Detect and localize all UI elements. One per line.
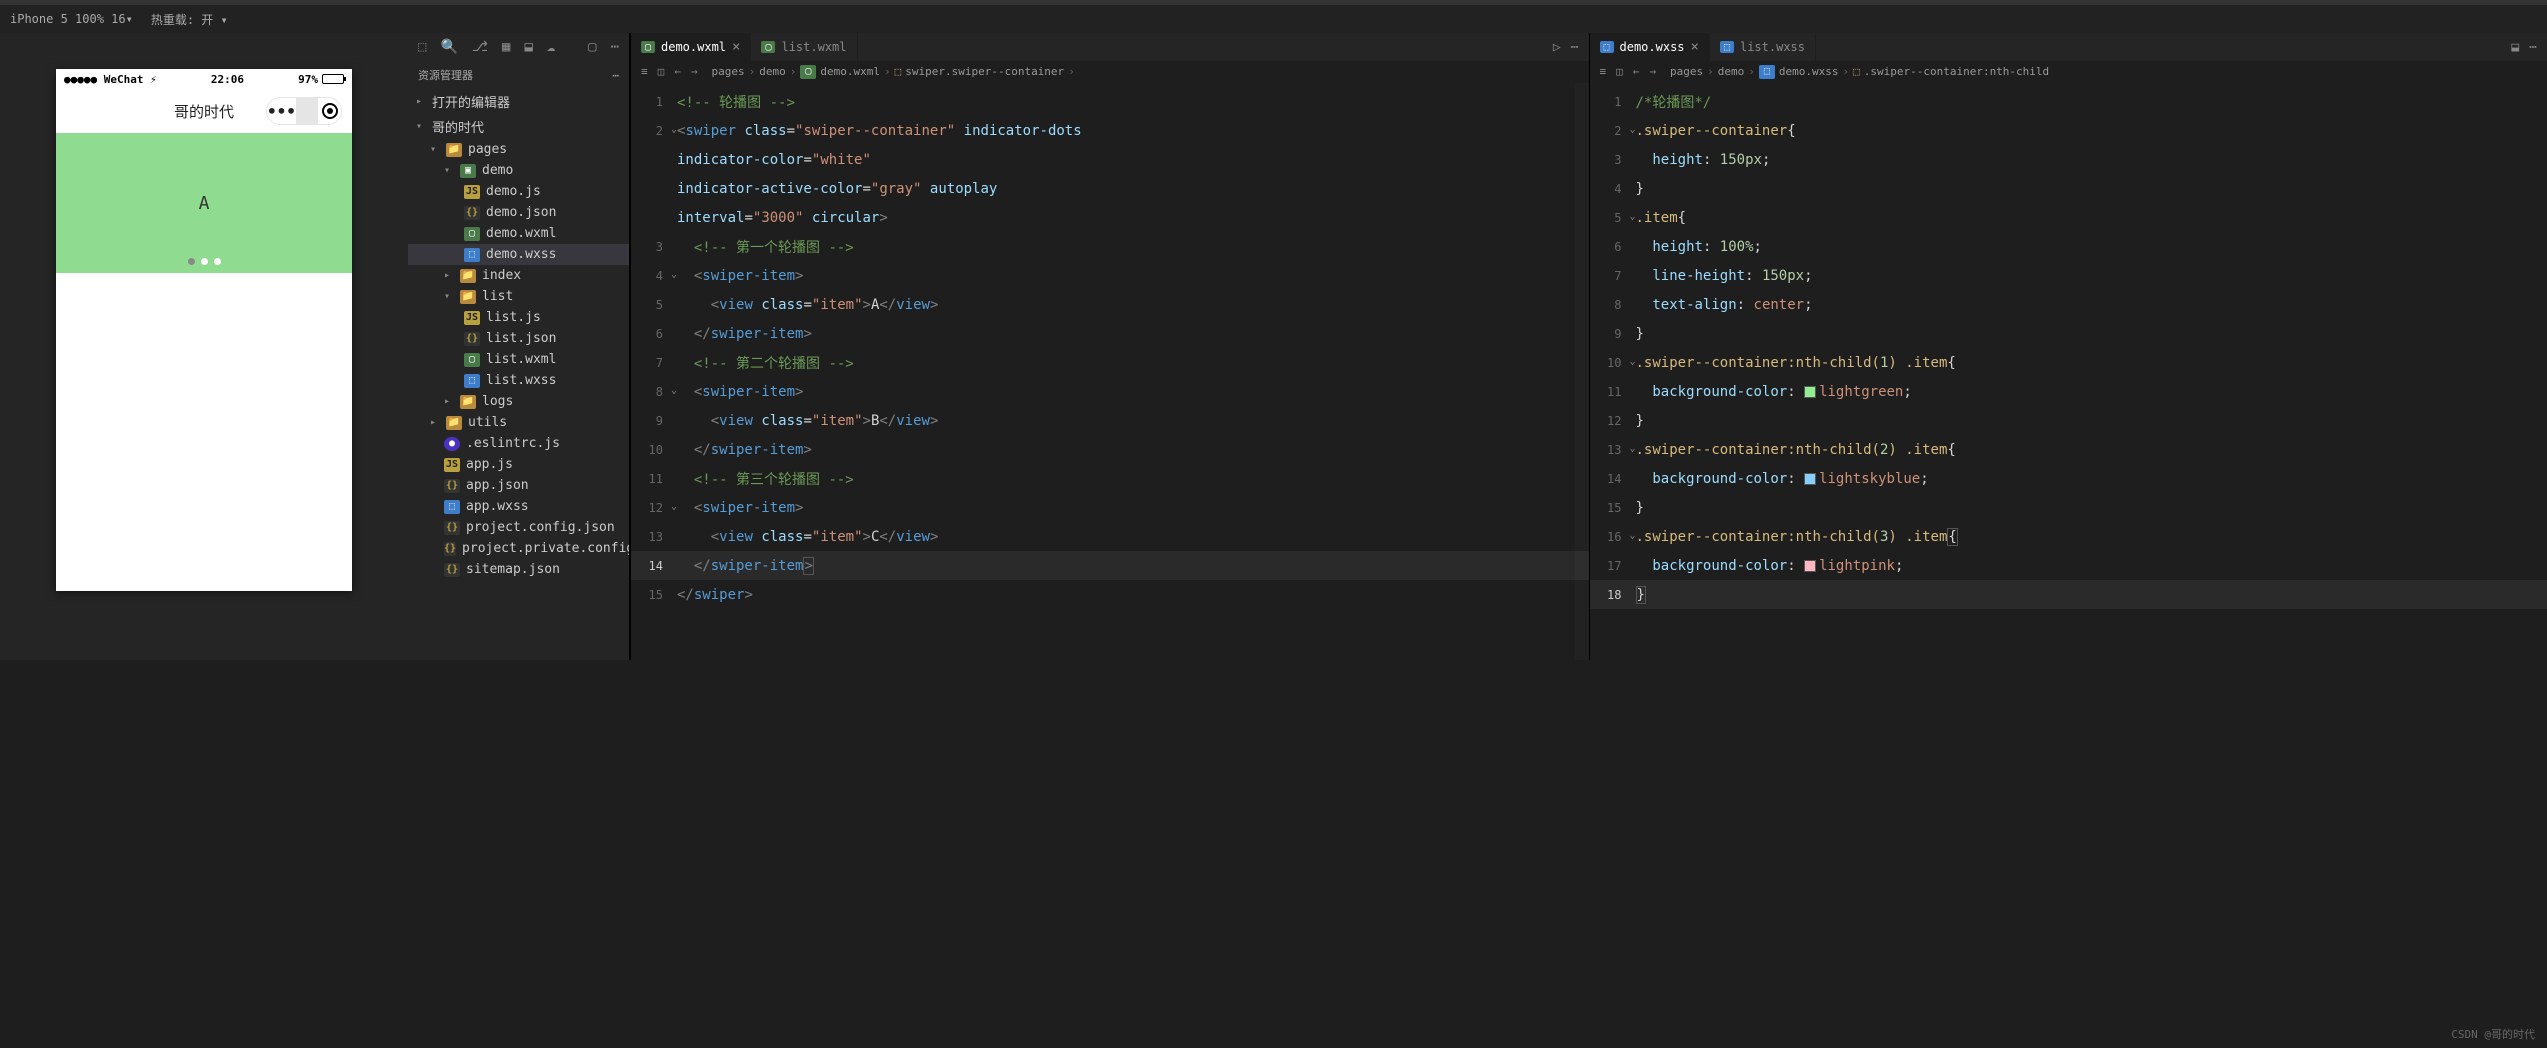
- explorer-toolbar: ⬚ 🔍 ⎇ ▦ ⬓ ☁ ▢ ⋯: [408, 33, 629, 61]
- more-icon[interactable]: ⋯: [1571, 40, 1579, 55]
- file-list-wxss[interactable]: ⬚list.wxss: [408, 370, 629, 391]
- file-demo-js[interactable]: JSdemo.js: [408, 181, 629, 202]
- section-project[interactable]: 哥的时代: [408, 114, 629, 139]
- app-root: iPhone 5 100% 16▾ 热重载: 开 ▾ ●●●●● WeChat …: [0, 0, 2547, 660]
- file-tree: 打开的编辑器 哥的时代 📁pages ▣demo JSdemo.js {}dem…: [408, 89, 629, 660]
- file-project-config[interactable]: {}project.config.json: [408, 517, 629, 538]
- file-app-wxss[interactable]: ⬚app.wxss: [408, 496, 629, 517]
- tab-demo-wxml[interactable]: ▢demo.wxml×: [631, 33, 751, 61]
- code-editor-wxss[interactable]: 1/*轮播图*/ 2⌄.swiper--container{ 3 height:…: [1590, 83, 2547, 660]
- back-icon[interactable]: ←: [674, 65, 681, 78]
- branch-icon[interactable]: ⎇: [472, 39, 488, 55]
- fwd-icon[interactable]: →: [1649, 65, 1656, 78]
- tab-list-wxml[interactable]: ▢list.wxml: [751, 33, 857, 61]
- swiper-preview[interactable]: A: [56, 133, 352, 273]
- folder-demo[interactable]: ▣demo: [408, 160, 629, 181]
- phone-navbar: 哥的时代 •••: [56, 89, 352, 133]
- folder-list[interactable]: 📁list: [408, 286, 629, 307]
- editor-pane-wxml: ▢demo.wxml× ▢list.wxml ▷⋯ ≡◫←→ pages› de…: [630, 33, 1589, 660]
- simulator-panel: ●●●●● WeChat ⚡ 22:06 97% 哥的时代 •••: [0, 33, 408, 660]
- file-eslintrc[interactable]: ●.eslintrc.js: [408, 433, 629, 454]
- explorer-panel: ⬚ 🔍 ⎇ ▦ ⬓ ☁ ▢ ⋯ 资源管理器 ⋯ 打开的编辑器 哥的时代 📁pag…: [408, 33, 630, 660]
- device-selector[interactable]: iPhone 5 100% 16▾: [10, 12, 133, 26]
- back-icon[interactable]: ←: [1633, 65, 1640, 78]
- bookmark-icon[interactable]: ◫: [658, 65, 665, 78]
- panel-icon[interactable]: ⬚: [418, 39, 426, 55]
- file-app-json[interactable]: {}app.json: [408, 475, 629, 496]
- tab-demo-wxss[interactable]: ⬚demo.wxss×: [1590, 33, 1710, 61]
- file-project-private[interactable]: {}project.private.config.json: [408, 538, 629, 559]
- file-list-js[interactable]: JSlist.js: [408, 307, 629, 328]
- file-demo-wxml[interactable]: ▢demo.wxml: [408, 223, 629, 244]
- cloud-icon[interactable]: ☁: [547, 39, 555, 55]
- list-icon[interactable]: ≡: [1600, 65, 1607, 78]
- hot-reload-toggle[interactable]: 热重载: 开 ▾: [151, 11, 228, 28]
- bookmark-icon[interactable]: ◫: [1616, 65, 1623, 78]
- section-open-editors[interactable]: 打开的编辑器: [408, 89, 629, 114]
- phone-frame: ●●●●● WeChat ⚡ 22:06 97% 哥的时代 •••: [56, 69, 352, 591]
- phone-statusbar: ●●●●● WeChat ⚡ 22:06 97%: [56, 69, 352, 89]
- page-title: 哥的时代: [174, 101, 234, 122]
- fwd-icon[interactable]: →: [691, 65, 698, 78]
- file-list-json[interactable]: {}list.json: [408, 328, 629, 349]
- explorer-header: 资源管理器 ⋯: [408, 61, 629, 89]
- more-icon[interactable]: ⋯: [611, 39, 619, 55]
- file-demo-wxss[interactable]: ⬚demo.wxss: [408, 244, 629, 265]
- minimap[interactable]: [1575, 83, 1589, 660]
- wechat-capsule[interactable]: •••: [266, 97, 342, 125]
- folder-utils[interactable]: 📁utils: [408, 412, 629, 433]
- list-icon[interactable]: ≡: [641, 65, 648, 78]
- tabs-wxss: ⬚demo.wxss× ⬚list.wxss ⬓ ⋯: [1590, 33, 2547, 61]
- ext-icon[interactable]: ▦: [502, 39, 510, 55]
- capsule-close-icon[interactable]: [318, 98, 341, 124]
- capsule-menu-icon[interactable]: •••: [267, 98, 296, 124]
- folder-index[interactable]: 📁index: [408, 265, 629, 286]
- breadcrumb-wxml[interactable]: ≡◫←→ pages› demo› ▢demo.wxml› ⬚ swiper.s…: [631, 61, 1589, 83]
- close-icon[interactable]: ×: [732, 39, 740, 55]
- editor-pane-wxss: ⬚demo.wxss× ⬚list.wxss ⬓⋯ ≡◫←→ pages› de…: [1589, 33, 2547, 660]
- clock-label: 22:06: [211, 73, 244, 86]
- battery-icon: [322, 74, 344, 84]
- file-demo-json[interactable]: {}demo.json: [408, 202, 629, 223]
- folder-logs[interactable]: 📁logs: [408, 391, 629, 412]
- indicator-dots: [188, 258, 221, 265]
- editor-group: ▢demo.wxml× ▢list.wxml ▷⋯ ≡◫←→ pages› de…: [630, 33, 2547, 660]
- terminal-icon[interactable]: ▢: [588, 39, 596, 55]
- simulator-toolbar: iPhone 5 100% 16▾ 热重载: 开 ▾: [0, 5, 2547, 33]
- split-icon[interactable]: ⬓: [2511, 40, 2519, 55]
- tabs-wxml: ▢demo.wxml× ▢list.wxml ▷ ⋯: [631, 33, 1589, 61]
- file-sitemap[interactable]: {}sitemap.json: [408, 559, 629, 580]
- file-list-wxml[interactable]: ▢list.wxml: [408, 349, 629, 370]
- search-icon[interactable]: 🔍: [440, 39, 457, 55]
- tab-list-wxss[interactable]: ⬚list.wxss: [1710, 33, 1816, 61]
- run-icon[interactable]: ▷: [1553, 40, 1561, 55]
- breadcrumb-wxss[interactable]: ≡◫←→ pages› demo› ⬚demo.wxss› ⬚ .swiper-…: [1590, 61, 2547, 83]
- more-icon[interactable]: ⋯: [2529, 40, 2537, 55]
- explorer-title-label: 资源管理器: [418, 67, 473, 83]
- battery-percent: 97%: [298, 73, 318, 86]
- swiper-item-text: A: [199, 193, 210, 214]
- explorer-more-icon[interactable]: ⋯: [612, 69, 619, 82]
- watermark: CSDN @哥的时代: [2451, 1026, 2535, 1042]
- code-editor-wxml[interactable]: 1<!-- 轮播图 --> 2⌄<swiper class="swiper--c…: [631, 83, 1589, 660]
- file-app-js[interactable]: JSapp.js: [408, 454, 629, 475]
- bug-icon[interactable]: ⬓: [524, 39, 532, 55]
- close-icon[interactable]: ×: [1691, 39, 1699, 55]
- carrier-label: ●●●●● WeChat ⚡: [64, 73, 157, 86]
- folder-pages[interactable]: 📁pages: [408, 139, 629, 160]
